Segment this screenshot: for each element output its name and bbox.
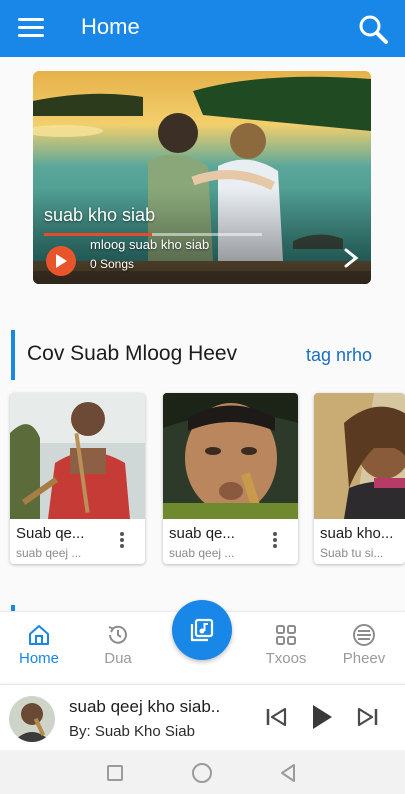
music-library-icon xyxy=(190,618,214,642)
song-thumbnail xyxy=(10,393,145,519)
music-library-button[interactable] xyxy=(172,600,232,660)
song-subtitle: suab qeej ... xyxy=(169,546,235,560)
section-accent-bar xyxy=(11,330,15,380)
banner-play-button[interactable] xyxy=(46,246,76,276)
skip-next-icon[interactable] xyxy=(355,706,379,728)
banner-progress-bar xyxy=(44,233,262,236)
banner-subtitle: mloog suab kho siab xyxy=(90,237,210,252)
list-icon xyxy=(353,624,375,646)
history-icon xyxy=(108,625,127,644)
banner-image xyxy=(33,71,371,284)
section-title: Cov Suab Mloog Heev xyxy=(27,342,238,365)
song-title: Suab qe... xyxy=(16,525,85,542)
page-title: Home xyxy=(81,14,140,39)
home-circle-icon[interactable] xyxy=(192,763,212,783)
nav-label: Home xyxy=(18,650,59,667)
system-navigation-bar xyxy=(0,750,405,794)
song-title: suab kho... xyxy=(320,525,394,542)
skip-previous-icon[interactable] xyxy=(265,706,289,728)
song-subtitle: Suab tu si... xyxy=(320,546,384,560)
mini-player[interactable]: suab qeej kho siab.. By: Suab Kho Siab xyxy=(0,684,405,750)
app-bar: Home xyxy=(0,0,405,57)
song-title: suab qe... xyxy=(169,525,235,542)
now-playing-title: suab qeej kho siab.. xyxy=(69,697,221,716)
back-triangle-icon[interactable] xyxy=(279,763,297,783)
nav-label: Dua xyxy=(104,650,132,667)
song-thumbnail xyxy=(314,393,405,519)
menu-icon[interactable] xyxy=(18,18,44,38)
section-accent-bar xyxy=(11,605,15,611)
play-icon xyxy=(56,254,67,268)
song-thumbnail xyxy=(163,393,298,519)
grid-icon xyxy=(276,625,296,645)
nav-label: Pheev xyxy=(342,650,386,667)
see-all-link[interactable]: tag nrho xyxy=(306,345,372,366)
now-playing-artwork xyxy=(9,696,55,742)
banner-title: suab kho siab xyxy=(44,205,156,225)
nav-item-home[interactable]: Home xyxy=(4,612,74,682)
featured-playlist-banner[interactable]: suab kho siab mloog suab kho siab 0 Song… xyxy=(33,71,371,284)
song-card[interactable]: suab qe... suab qeej ... xyxy=(163,393,298,564)
song-subtitle: suab qeej ... xyxy=(16,546,82,560)
play-icon[interactable] xyxy=(311,704,333,730)
home-icon xyxy=(29,625,49,645)
banner-song-count: 0 Songs xyxy=(90,257,135,271)
nav-item-dua[interactable]: Dua xyxy=(83,612,153,682)
song-card[interactable]: Suab qe... suab qeej ... xyxy=(10,393,145,564)
recent-apps-icon[interactable] xyxy=(107,765,123,781)
now-playing-artist: By: Suab Kho Siab xyxy=(69,723,195,740)
chevron-right-icon[interactable] xyxy=(342,247,360,269)
song-card[interactable]: suab kho... Suab tu si... xyxy=(314,393,405,564)
nav-label: Txoos xyxy=(265,650,307,667)
more-vert-icon[interactable] xyxy=(117,532,127,550)
search-icon[interactable] xyxy=(356,12,390,46)
nav-item-pheev[interactable]: Pheev xyxy=(329,612,399,682)
nav-item-txoos[interactable]: Txoos xyxy=(251,612,321,682)
more-vert-icon[interactable] xyxy=(270,532,280,550)
